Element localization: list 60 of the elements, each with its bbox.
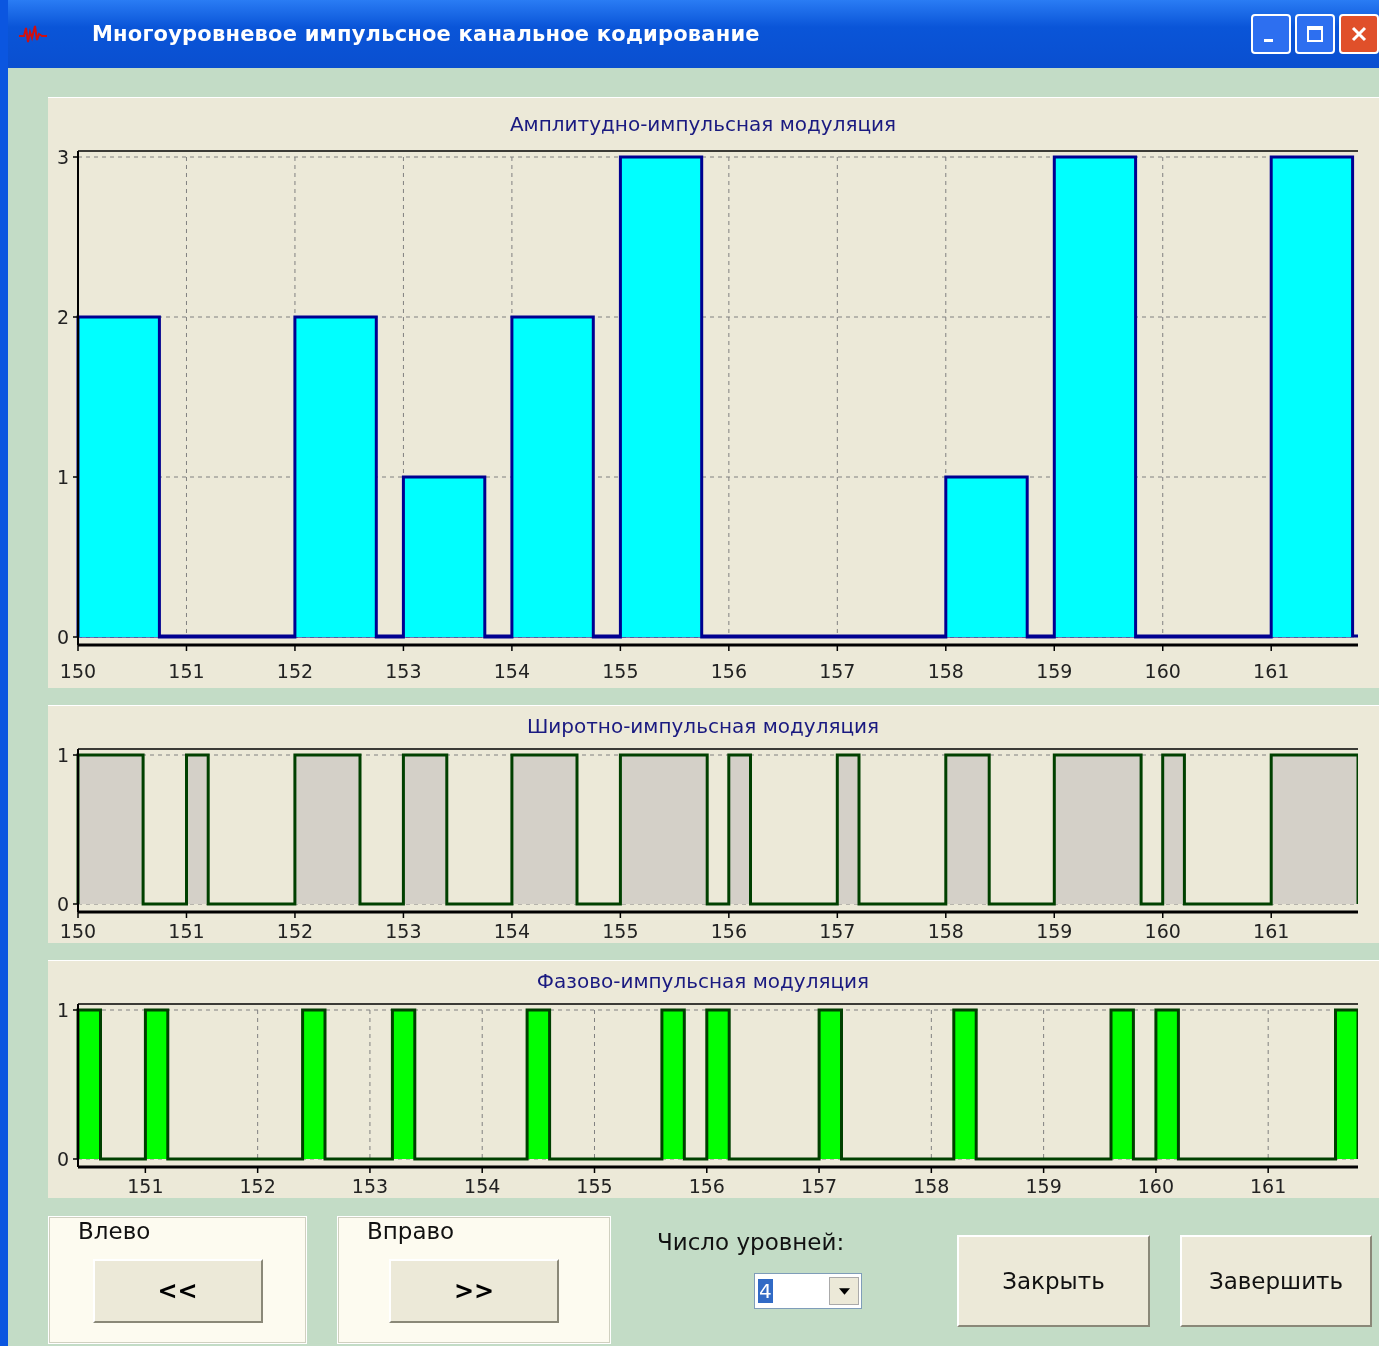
axis-label: 150 [59,920,97,942]
nav-button[interactable]: << [92,1259,263,1323]
axis-label: 153 [385,920,422,942]
minimize-icon [1264,38,1273,42]
close-button[interactable] [1339,14,1379,54]
maximize-button[interactable] [1295,14,1335,54]
axis-label: 155 [602,660,639,682]
axis-label: 157 [819,660,856,682]
axis-label: 153 [351,1175,389,1197]
action-button[interactable]: Закрыть [957,1235,1150,1327]
axis-label: 1 [56,744,69,766]
axis-label: 160 [1137,1175,1175,1197]
axis-label: 1 [56,466,69,488]
axis-label: 152 [276,660,314,682]
axis-label: 154 [493,920,531,942]
axis-label: 3 [56,146,69,168]
axis-label: 154 [464,1175,501,1197]
window-title: Многоуровневое импульсное канальное кодирование [92,22,760,46]
axis-label: 158 [913,1175,950,1197]
axis-label: 151 [168,660,205,682]
waveform-icon [18,24,48,44]
axis-label: 156 [710,920,747,942]
axis-label: 152 [239,1175,276,1197]
axis-label: 151 [127,1175,164,1197]
axis-label: 0 [56,1148,69,1170]
levels-label: Число уровней: [657,1229,846,1255]
axis-label: 159 [1036,660,1073,682]
nav-button[interactable]: >> [389,1259,559,1323]
axis-label: 161 [1253,920,1290,942]
axis-label: 160 [1144,660,1181,682]
axis-label: 155 [602,920,639,942]
action-button[interactable]: Завершить [1180,1235,1372,1327]
axis-label: 152 [276,920,314,942]
axis-label: 157 [819,920,856,942]
axis-label: 157 [800,1175,838,1197]
axis-label: 159 [1036,920,1073,942]
axis-label: 158 [927,660,964,682]
axis-label: 151 [168,920,205,942]
axis-label: 0 [56,893,69,915]
chart-title: Широтно-импульсная модуляция [525,713,881,740]
axis-label: 161 [1253,660,1290,682]
axis-label: 155 [576,1175,613,1197]
chart-title: Амплитудно-импульсная модуляция [508,111,898,138]
axis-label: 1 [56,999,69,1021]
axis-label: 154 [493,660,531,682]
axis-label: 156 [710,660,747,682]
close-icon [1349,24,1369,44]
axis-label: 160 [1144,920,1181,942]
axis-label: 150 [59,660,97,682]
minimize-button[interactable] [1251,14,1291,54]
axis-label: 159 [1025,1175,1062,1197]
axis-label: 161 [1250,1175,1287,1197]
levels-dropdown[interactable]: 4 [754,1273,862,1309]
chart-title: Фазово-импульсная модуляция [535,968,871,995]
axis-label: 0 [56,626,69,648]
maximize-icon [1305,24,1325,44]
axis-label: 156 [688,1175,725,1197]
axis-label: 153 [385,660,422,682]
axis-label: 2 [56,306,69,328]
axis-label: 158 [927,920,964,942]
